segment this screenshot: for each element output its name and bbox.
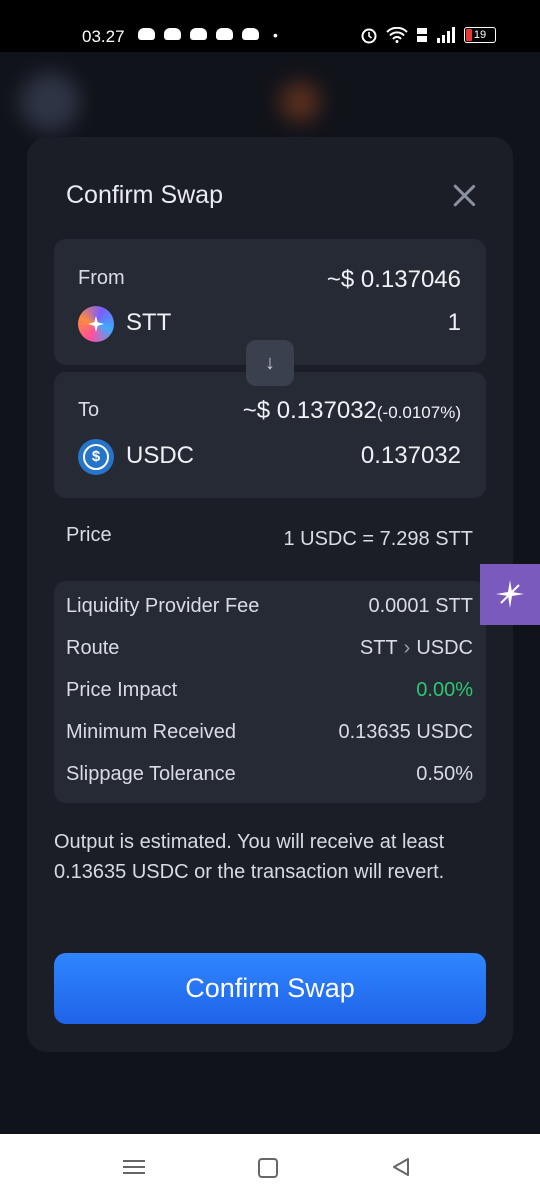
discord-icon [242,28,259,40]
detail-row-minimum-received: Minimum Received 0.13635 USDC [66,717,473,747]
swap-details: Liquidity Provider Fee 0.0001 STT Route … [54,581,486,803]
background-blur [20,72,80,132]
slippage-label: Slippage Tolerance [66,763,236,785]
status-dot: • [273,27,278,43]
chevron-right-icon: › [403,637,411,659]
system-icons: 19 [360,26,496,44]
confirm-swap-modal: Confirm Swap From ~$ 0.137046 STT 1 To ~… [27,137,513,1052]
home-icon[interactable] [258,1158,278,1178]
to-token-symbol: USDC [126,442,195,469]
menu-icon[interactable] [123,1156,145,1178]
price-label: Price [66,524,112,546]
detail-row-route: Route STT › USDC [66,633,473,663]
stt-token-icon [78,306,114,342]
lp-fee-label: Liquidity Provider Fee [66,595,260,617]
minimum-received-value: 0.13635 USDC [338,721,473,743]
volte-icon [417,28,427,42]
from-token-symbol: STT [126,309,172,336]
arrow-down-icon[interactable]: ↓ [246,340,294,386]
to-usd-value: ~$ 0.137032(-0.0107%) [243,397,461,425]
from-label: From [78,267,125,289]
route-label: Route [66,637,120,659]
from-token-amount: 1 [447,309,461,336]
price-impact-value: 0.00% [416,679,473,701]
detail-row-lp-fee: Liquidity Provider Fee 0.0001 STT [66,591,473,621]
to-token-box: To ~$ 0.137032(-0.0107%) $ USDC 0.137032 [54,372,486,498]
detail-row-slippage: Slippage Tolerance 0.50% [66,759,473,789]
sparkle-icon [496,580,524,608]
lp-fee-value: 0.0001 STT [368,595,473,617]
background-blur [280,82,320,122]
back-icon[interactable] [390,1156,412,1178]
sparkle-tab[interactable] [480,564,540,625]
to-usd-diff: (-0.0107%) [376,403,461,422]
navigation-bar [0,1134,540,1200]
estimate-note: Output is estimated. You will receive at… [54,831,445,883]
from-usd-value: ~$ 0.137046 [326,266,461,293]
usdc-token-icon: $ [78,439,114,475]
close-icon[interactable] [451,182,477,208]
to-label: To [78,399,100,421]
to-token-amount: 0.137032 [360,442,461,469]
route-from: STT [359,637,398,659]
battery-level [466,29,472,41]
status-bar: 03.27 • 19 [0,0,540,52]
wifi-icon [386,27,408,43]
price-value: 1 USDC = 7.298 STT [283,528,473,550]
route-to: USDC [416,637,473,659]
modal-title: Confirm Swap [66,181,223,209]
minimum-received-label: Minimum Received [66,721,237,743]
discord-icon [138,28,155,40]
to-usd-amount: ~$ 0.137032 [242,397,377,424]
status-time: 03.27 [82,27,125,46]
battery-text: 19 [473,29,487,41]
discord-icon [216,28,233,40]
alarm-icon [361,28,377,44]
slippage-value: 0.50% [416,763,473,785]
discord-icon [190,28,207,40]
confirm-swap-button[interactable]: Confirm Swap [54,953,486,1024]
discord-icon [164,28,181,40]
battery-icon: 19 [464,27,496,43]
signal-icon [437,27,455,43]
notification-icons [138,28,259,40]
detail-row-price-impact: Price Impact 0.00% [66,675,473,705]
price-impact-label: Price Impact [66,679,178,701]
route-value: STT › USDC [360,637,473,660]
